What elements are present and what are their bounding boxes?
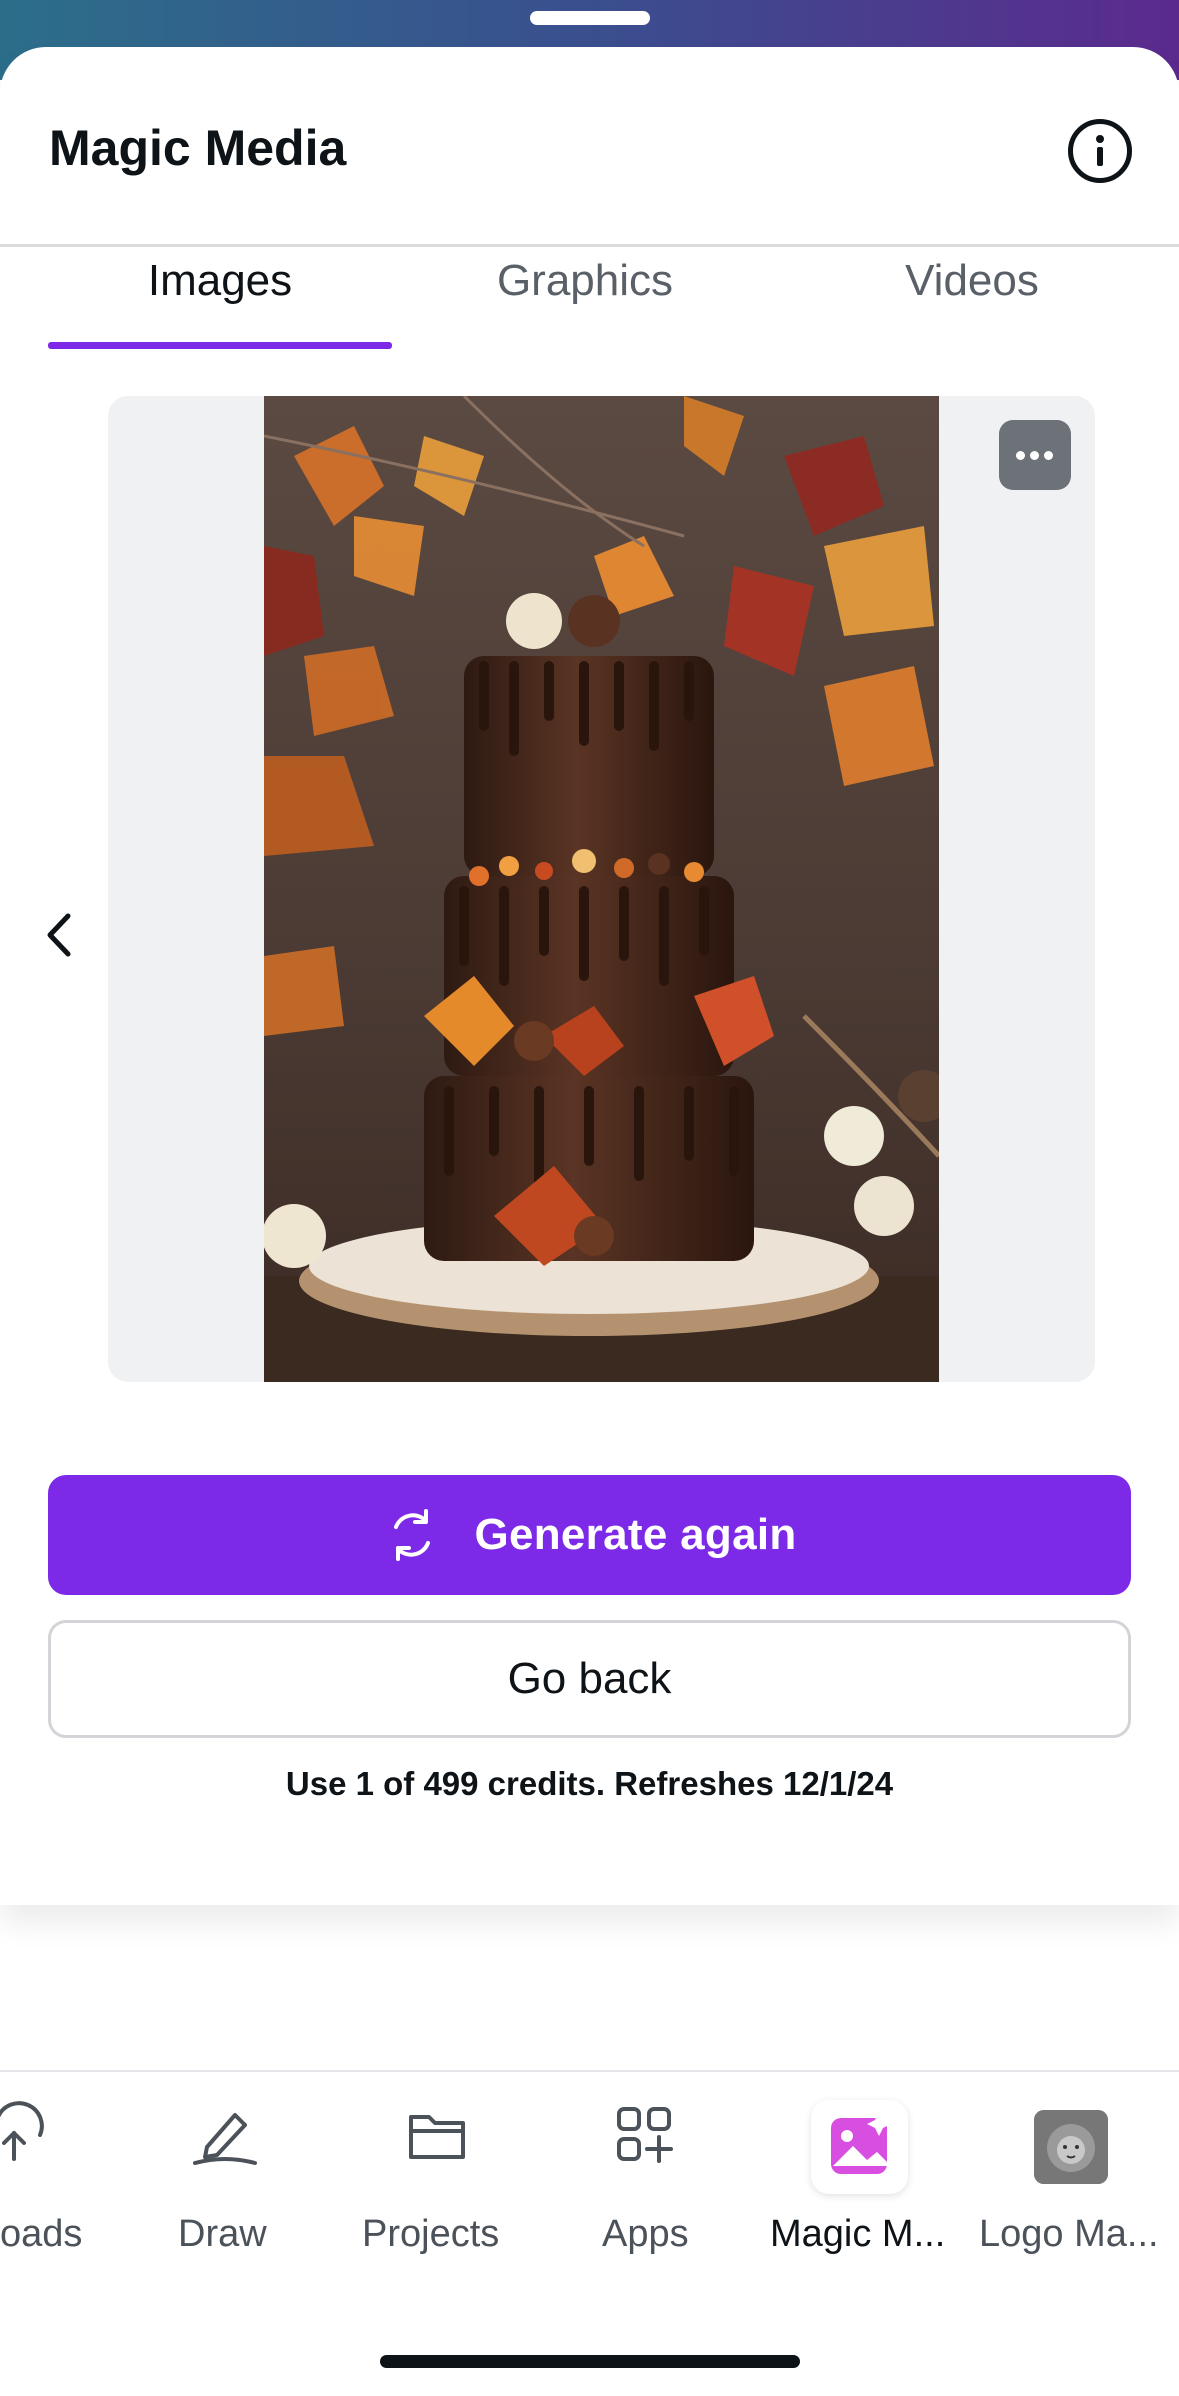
refresh-icon bbox=[394, 1509, 431, 1561]
home-indicator[interactable] bbox=[380, 2355, 800, 2368]
generated-image[interactable] bbox=[264, 396, 939, 1382]
generate-again-label: Generate again bbox=[474, 1510, 797, 1559]
active-tab-indicator bbox=[48, 342, 392, 349]
bottom-nav-divider bbox=[0, 2070, 1179, 2072]
pen-icon bbox=[193, 2113, 257, 2165]
media-type-tabs: Images Graphics Videos bbox=[0, 200, 1179, 350]
upload-cloud-icon bbox=[0, 2101, 44, 2161]
tab-images[interactable]: Images bbox=[48, 256, 392, 306]
nav-item-draw[interactable]: Draw bbox=[150, 2095, 300, 2275]
nav-item-magic-media[interactable]: Magic M... bbox=[765, 2095, 955, 2275]
nav-item-projects[interactable]: Projects bbox=[352, 2095, 522, 2275]
go-back-button[interactable]: Go back bbox=[48, 1620, 1131, 1738]
nav-label-magic-media: Magic M... bbox=[770, 2213, 946, 2255]
more-options-button[interactable] bbox=[999, 420, 1071, 490]
nav-item-logo-maker[interactable]: Logo Ma... bbox=[975, 2095, 1179, 2275]
generate-again-button[interactable]: Generate again bbox=[48, 1475, 1131, 1595]
sheet-grab-handle[interactable] bbox=[530, 11, 650, 25]
tab-graphics[interactable]: Graphics bbox=[440, 256, 730, 306]
tab-videos[interactable]: Videos bbox=[830, 256, 1114, 306]
nav-item-uploads[interactable]: oads bbox=[0, 2095, 100, 2275]
go-back-label: Go back bbox=[507, 1654, 672, 1703]
nav-label-apps: Apps bbox=[602, 2213, 689, 2255]
sheet-title: Magic Media bbox=[49, 120, 347, 176]
generated-image-preview bbox=[108, 396, 1095, 1382]
info-icon[interactable] bbox=[1068, 119, 1132, 183]
nav-label-projects: Projects bbox=[362, 2213, 500, 2255]
nav-label-draw: Draw bbox=[178, 2213, 267, 2255]
nav-item-apps[interactable]: Apps bbox=[580, 2095, 710, 2275]
apps-grid-icon bbox=[617, 2107, 673, 2163]
ellipsis-icon bbox=[1016, 451, 1025, 460]
nav-label-logo-maker: Logo Ma... bbox=[979, 2213, 1159, 2255]
nav-label-uploads: oads bbox=[0, 2213, 83, 2255]
chevron-left-icon[interactable] bbox=[40, 910, 80, 960]
folder-icon bbox=[409, 2115, 465, 2159]
credits-info: Use 1 of 499 credits. Refreshes 12/1/24 bbox=[285, 1765, 894, 1802]
